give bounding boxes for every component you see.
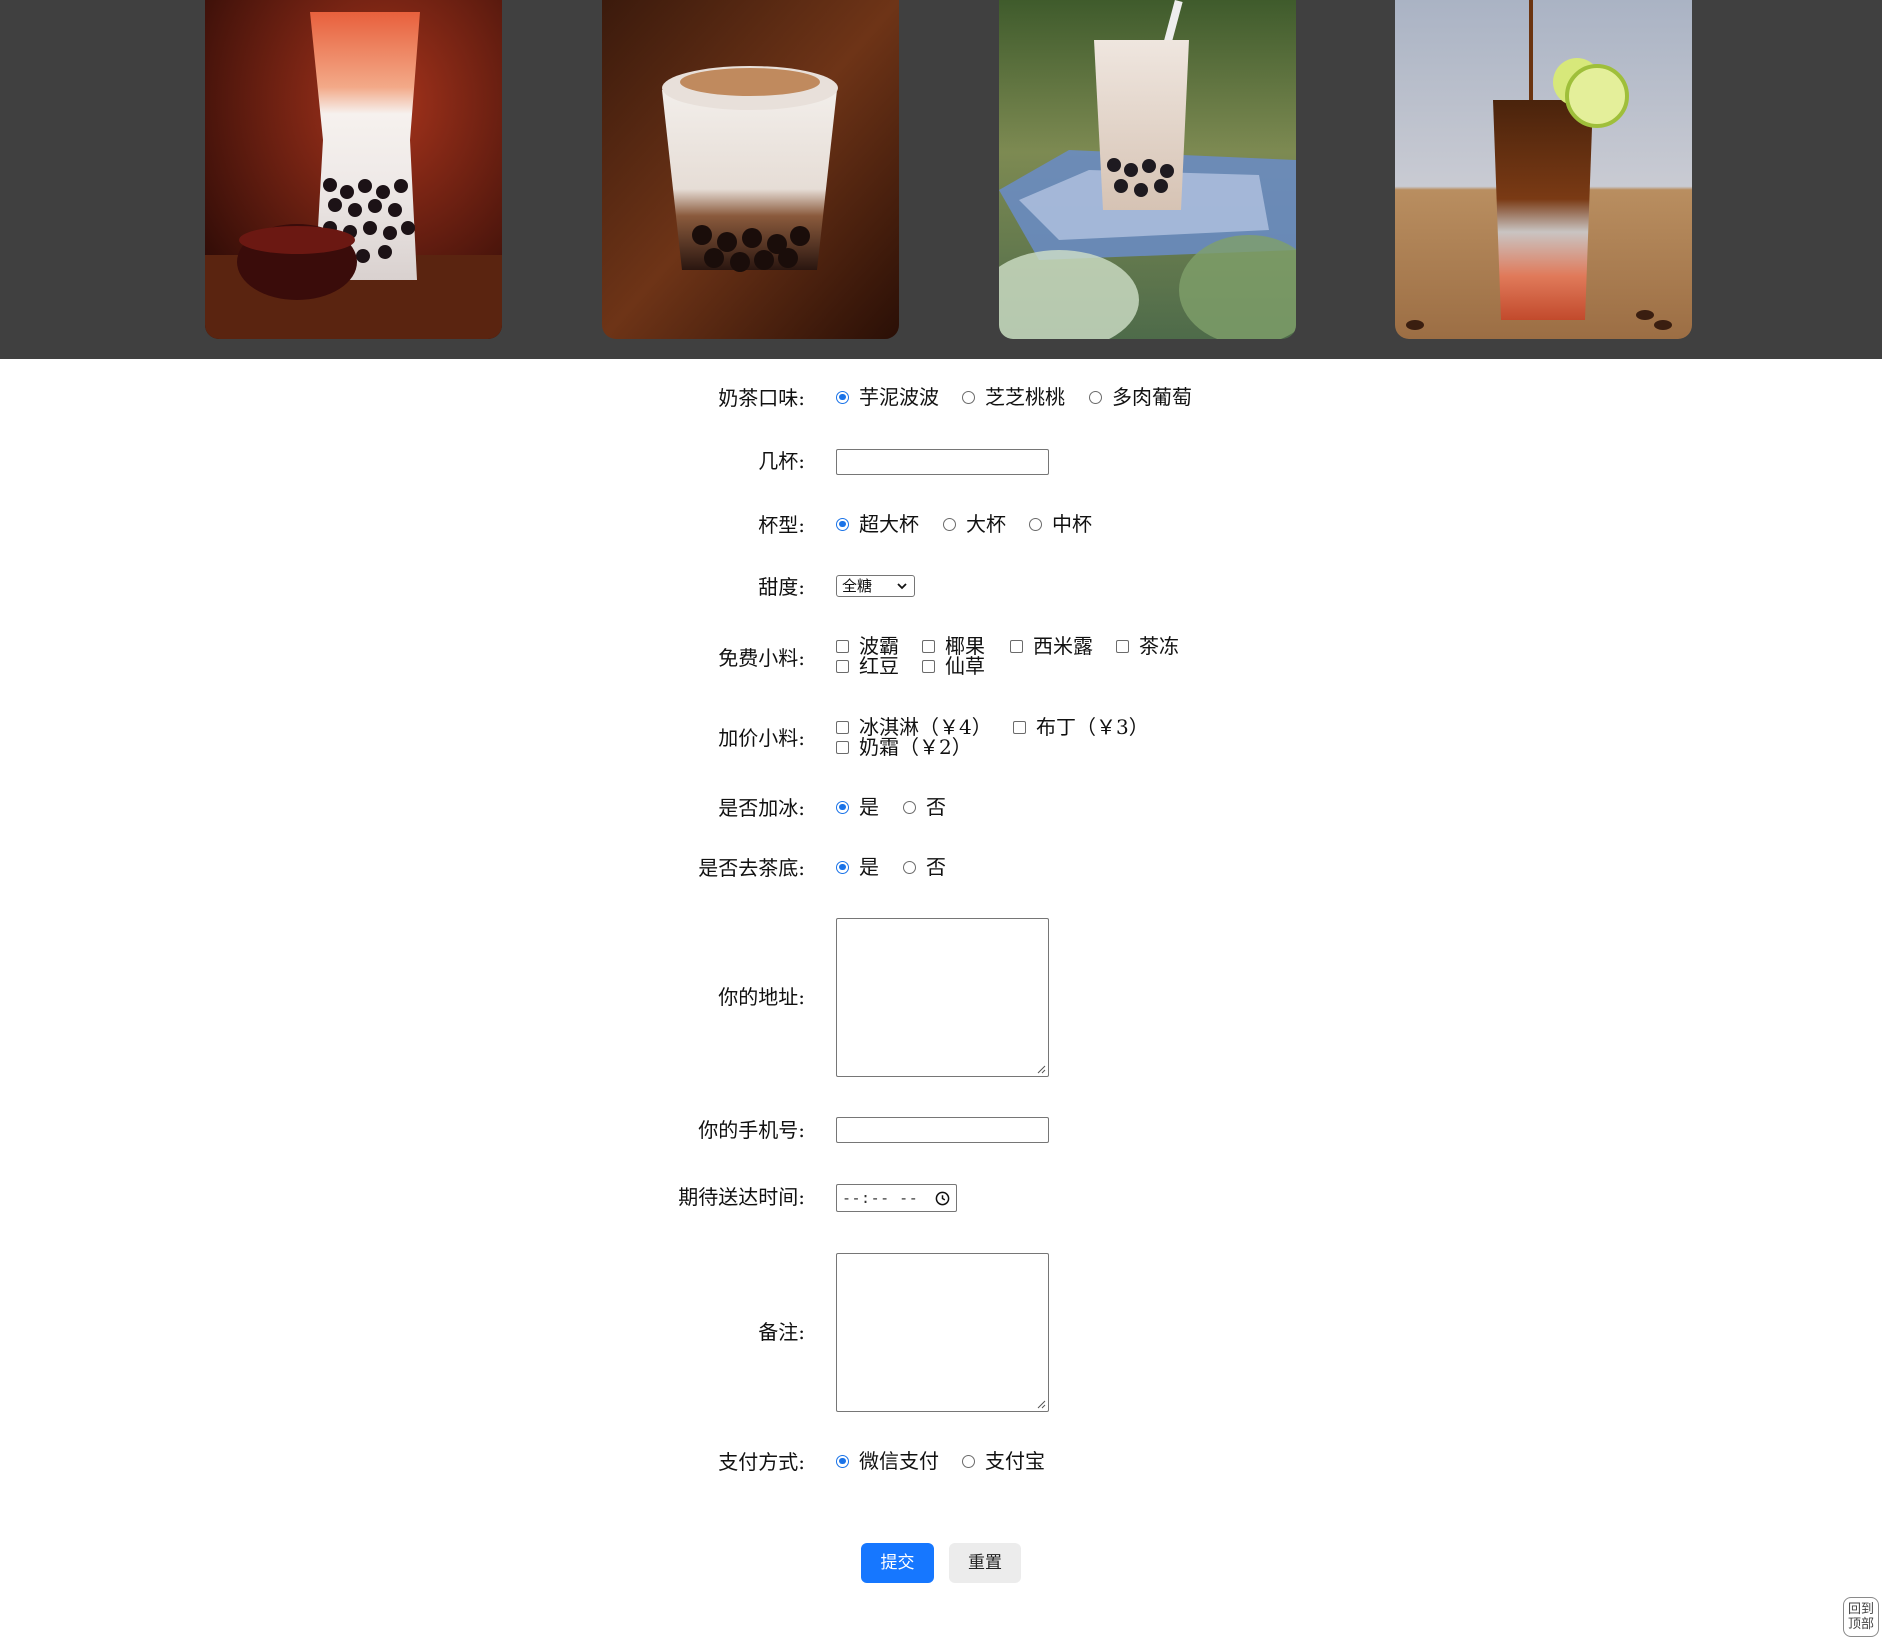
option-label: 超大杯 [859, 512, 919, 536]
chevron-down-icon [897, 583, 907, 590]
address-textarea[interactable] [836, 918, 1049, 1077]
sweetness-label: 甜度: [758, 575, 805, 599]
flavor-option-grape[interactable]: 多肉葡萄 [1089, 386, 1192, 408]
notes-label: 备注: [758, 1320, 805, 1344]
radio[interactable] [903, 800, 916, 814]
topping-option[interactable]: 仙草 [922, 655, 985, 677]
option-label: 红豆 [859, 654, 899, 678]
back-to-top-line2: 顶部 [1847, 1617, 1874, 1632]
flavor-option-cheese-peach[interactable]: 芝芝桃桃 [962, 386, 1065, 408]
submit-button[interactable]: 提交 [861, 1543, 934, 1583]
paid-toppings-label: 加价小料: [718, 726, 805, 750]
sweetness-select[interactable]: 全糖 [836, 575, 915, 597]
time-placeholder: --:-- -- [842, 1189, 919, 1207]
clock-icon[interactable] [935, 1191, 950, 1206]
radio-checked[interactable] [836, 800, 849, 814]
topping-option[interactable]: 红豆 [836, 655, 899, 677]
notes-textarea[interactable] [836, 1253, 1049, 1412]
radio[interactable] [943, 517, 956, 531]
reset-button[interactable]: 重置 [949, 1543, 1021, 1583]
option-label: 是 [859, 795, 879, 819]
paid-topping-option[interactable]: 奶霜（￥2） [836, 736, 972, 758]
tea-base-label: 是否去茶底: [698, 856, 805, 880]
product-image-bubble-tea-layered [205, 0, 502, 339]
tea-base-option-yes[interactable]: 是 [836, 856, 879, 878]
tea-base-option-no[interactable]: 否 [903, 856, 946, 878]
option-label: 否 [926, 795, 946, 819]
radio-checked[interactable] [836, 860, 849, 874]
option-label: 芝芝桃桃 [985, 385, 1065, 409]
radio-checked[interactable] [836, 1454, 849, 1468]
cups-label: 几杯: [758, 449, 805, 473]
ice-option-no[interactable]: 否 [903, 796, 946, 818]
product-image-lemon-tea [1395, 0, 1692, 339]
option-label: 布丁（￥3） [1036, 715, 1149, 739]
product-banner [0, 0, 1882, 359]
resize-grip-icon[interactable] [1036, 1064, 1046, 1074]
topping-option[interactable]: 茶冻 [1116, 635, 1179, 657]
radio[interactable] [1089, 390, 1102, 404]
product-image-brown-sugar-milk [602, 0, 899, 339]
size-option-medium[interactable]: 中杯 [1029, 513, 1092, 535]
radio-checked[interactable] [836, 390, 849, 404]
delivery-time-input[interactable]: --:-- -- [836, 1184, 957, 1212]
checkbox[interactable] [1010, 639, 1023, 653]
checkbox[interactable] [922, 639, 935, 653]
option-label: 中杯 [1052, 512, 1092, 536]
radio[interactable] [903, 860, 916, 874]
paid-topping-option[interactable]: 布丁（￥3） [1013, 716, 1149, 738]
phone-input[interactable] [836, 1117, 1049, 1143]
radio-checked[interactable] [836, 517, 849, 531]
ice-label: 是否加冰: [718, 796, 805, 820]
product-image-milk-tea-outdoor [999, 0, 1296, 339]
option-label: 奶霜（￥2） [859, 735, 972, 759]
checkbox[interactable] [922, 659, 935, 673]
checkbox[interactable] [1116, 639, 1129, 653]
option-label: 仙草 [945, 654, 985, 678]
option-label: 芋泥波波 [859, 385, 939, 409]
radio[interactable] [1029, 517, 1042, 531]
option-label: 否 [926, 855, 946, 879]
resize-grip-icon[interactable] [1036, 1399, 1046, 1409]
option-label: 多肉葡萄 [1112, 385, 1192, 409]
checkbox[interactable] [836, 720, 849, 734]
sweetness-selected-value: 全糖 [842, 577, 873, 595]
size-option-large[interactable]: 大杯 [943, 513, 1006, 535]
checkbox[interactable] [836, 639, 849, 653]
back-to-top-button[interactable]: 回到 顶部 [1843, 1597, 1879, 1637]
option-label: 西米露 [1033, 634, 1093, 658]
checkbox[interactable] [836, 740, 849, 754]
address-label: 你的地址: [718, 985, 805, 1009]
option-label: 大杯 [966, 512, 1006, 536]
phone-label: 你的手机号: [698, 1118, 805, 1142]
checkbox[interactable] [1013, 720, 1026, 734]
radio[interactable] [962, 390, 975, 404]
checkbox[interactable] [836, 659, 849, 673]
size-label: 杯型: [758, 513, 805, 537]
flavor-option-taro[interactable]: 芋泥波波 [836, 386, 939, 408]
cups-input[interactable] [836, 449, 1049, 475]
ice-option-yes[interactable]: 是 [836, 796, 879, 818]
payment-option-wechat[interactable]: 微信支付 [836, 1450, 939, 1472]
delivery-time-label: 期待送达时间: [678, 1185, 805, 1209]
option-label: 微信支付 [859, 1449, 939, 1473]
radio[interactable] [962, 1454, 975, 1468]
size-option-extra-large[interactable]: 超大杯 [836, 513, 919, 535]
option-label: 茶冻 [1139, 634, 1179, 658]
option-label: 是 [859, 855, 879, 879]
option-label: 支付宝 [985, 1449, 1045, 1473]
back-to-top-line1: 回到 [1847, 1602, 1874, 1617]
payment-label: 支付方式: [718, 1450, 805, 1474]
payment-option-alipay[interactable]: 支付宝 [962, 1450, 1045, 1472]
free-toppings-label: 免费小料: [718, 646, 805, 670]
flavor-label: 奶茶口味: [718, 386, 805, 410]
topping-option[interactable]: 西米露 [1010, 635, 1093, 657]
